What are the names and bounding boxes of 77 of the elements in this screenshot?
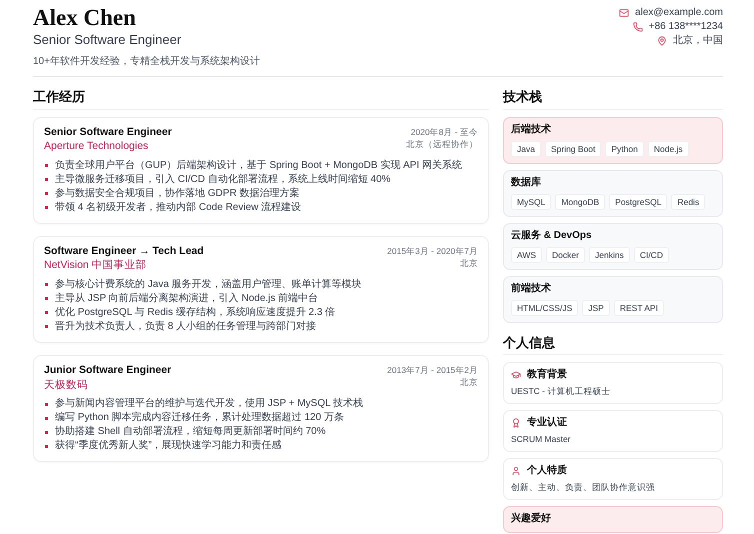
bullet-icon [45, 444, 48, 448]
company-name: NetVision 中国事业部 [44, 259, 148, 272]
skill-tag: AWS [511, 246, 542, 263]
skill-group-title: 后端技术 [511, 124, 552, 136]
company-name: 天极数码 [44, 378, 89, 392]
contact-text: +86 138****1234 [648, 21, 723, 33]
skill-tag: REST API [614, 300, 664, 316]
job-title: Senior Software Engineer [33, 32, 182, 48]
job-role: Senior Software Engineer [44, 126, 172, 138]
map-pin-icon [657, 36, 667, 46]
user-icon [511, 466, 521, 476]
bullet-icon [45, 206, 48, 210]
bullet-icon [45, 325, 48, 328]
job-location: 北京 [460, 376, 478, 388]
skill-tag: MongoDB [555, 194, 606, 210]
job-location: 北京 [460, 256, 478, 269]
job-period: 2015年3月 - 2020年7月 [387, 244, 478, 257]
bullet-text: 晋升为技术负责人，负责 8 人小组的任务管理与跨部门对接 [55, 320, 316, 334]
bullet-icon [45, 297, 48, 300]
bullet-icon [45, 192, 48, 196]
bullet-text: 编写 Python 脚本完成内容迁移任务，累计处理数据超过 120 万条 [55, 411, 344, 426]
skill-tag: MySQL [511, 194, 552, 210]
bullet-text: 获得“季度优秀新人奖”，展现快速学习能力和责任感 [55, 439, 282, 454]
contact-text: 北京，中国 [673, 35, 723, 47]
info-text: 创新、主动、负责、团队协作意识强 [511, 482, 656, 492]
skill-tag: Node.js [648, 140, 689, 157]
skill-tag: Docker [546, 246, 585, 263]
section-title: 技术栈 [503, 89, 723, 110]
skill-tag: Spring Boot [544, 140, 602, 157]
job-period: 2013年7月 - 2015年2月 [387, 364, 478, 376]
bullet-text: 参与新闻内容管理平台的维护与迭代开发，使用 JSP + MySQL 技术栈 [55, 397, 364, 412]
skill-tag: JSP [582, 300, 610, 316]
bullet-text: 优化 PostgreSQL 与 Redis 缓存结构，系统响应速度提升 2.3 倍 [55, 306, 336, 320]
info-title: 兴趣爱好 [511, 513, 551, 526]
job-role: Junior Software Engineer [44, 364, 172, 377]
bullet-icon [45, 283, 48, 286]
job-role: Software Engineer → Tech Lead [44, 244, 204, 258]
info-text: UESTC - 计算机工程硕士 [511, 386, 612, 396]
skill-group-title: 数据库 [511, 176, 542, 189]
mail-icon [619, 8, 630, 18]
bullet-icon [45, 178, 48, 182]
info-text: SCRUM Master [511, 434, 572, 444]
award-icon [511, 418, 521, 428]
info-title: 教育背景 [527, 369, 567, 382]
info-title: 专业认证 [527, 417, 567, 430]
bullet-icon [45, 402, 48, 406]
bullet-text: 负责全球用户平台（GUP）后端架构设计，基于 Spring Boot + MongoDB 实现 API 网关系统 [55, 158, 462, 173]
job-location: 北京（远程协作） [406, 138, 478, 150]
bullet-text: 主导从 JSP 向前后端分离架构演进，引入 Node.js 前端中台 [55, 292, 318, 306]
bullet-icon [45, 416, 48, 420]
company-name: Aperture Technologies [44, 140, 150, 153]
skill-tag: HTML/CSS/JS [511, 300, 578, 316]
skill-group-title: 前端技术 [511, 282, 552, 295]
contact-text: alex@example.com [635, 7, 723, 19]
bullet-text: 参与数据安全合规项目，协作落地 GDPR 数据治理方案 [55, 186, 300, 201]
bullet-icon [45, 430, 48, 434]
skill-tag: Jenkins [588, 246, 630, 263]
skill-tag: PostgreSQL [609, 194, 668, 210]
section-title: 工作经历 [33, 89, 489, 110]
graduation-cap-icon [511, 370, 521, 380]
skill-tag: CI/CD [634, 246, 669, 263]
phone-icon [632, 22, 643, 32]
skill-group-title: 云服务 & DevOps [511, 230, 593, 242]
bullet-text: 主导微服务迁移项目，引入 CI/CD 自动化部署流程，系统上线时间缩短 40% [55, 172, 391, 187]
bullet-text: 带领 4 名初级开发者，推动内部 Code Review 流程建设 [55, 200, 302, 215]
bullet-icon [45, 311, 48, 314]
summary-text: 10+年软件开发经验，专精全栈开发与系统架构设计 [33, 56, 260, 68]
skill-tag: Python [605, 140, 644, 157]
bullet-text: 参与核心计费系统的 Java 服务开发，涵盖用户管理、账单计算等模块 [55, 278, 362, 292]
skill-tag: Java [511, 140, 541, 157]
name-heading: Alex Chen [33, 4, 137, 32]
bullet-icon [45, 164, 48, 168]
info-title: 个人特质 [527, 465, 567, 478]
section-title: 个人信息 [503, 334, 723, 356]
job-period: 2020年8月 - 至今 [410, 126, 478, 138]
skill-tag: Redis [671, 194, 706, 210]
bullet-text: 协助搭建 Shell 自动部署流程，缩短每周更新部署时间约 70% [55, 425, 326, 440]
